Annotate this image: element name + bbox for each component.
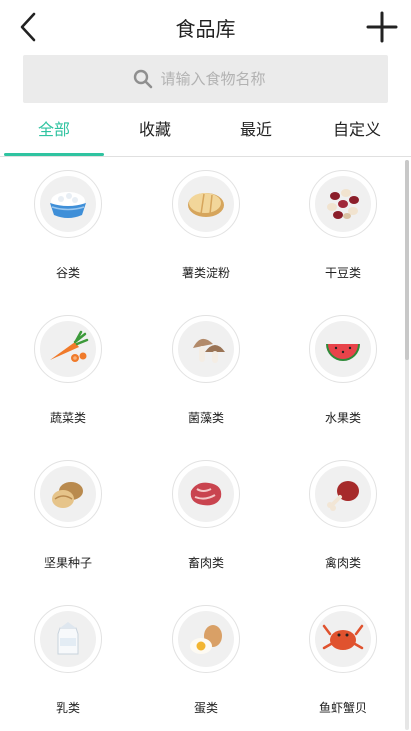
category-tubers-starch[interactable]: 薯类淀粉 <box>146 160 266 300</box>
scrollbar-thumb[interactable] <box>405 160 409 360</box>
carrot-icon <box>50 330 89 362</box>
category-icon-frame <box>172 605 240 673</box>
header: 食品库 <box>0 0 411 56</box>
category-nuts-seeds[interactable]: 坚果种子 <box>8 450 128 590</box>
search-input[interactable] <box>160 70 279 88</box>
category-label: 蛋类 <box>193 701 218 715</box>
milk-carton-icon <box>57 622 79 655</box>
page-title: 食品库 <box>175 17 236 41</box>
category-label: 谷类 <box>55 266 80 280</box>
tab-custom[interactable]: 自定义 <box>306 110 408 154</box>
category-icon-frame <box>34 605 102 673</box>
category-grid: 谷类 薯类淀粉 干豆类 蔬菜类 菌藻类 水果类 坚果种子 畜肉类 禽肉类 乳类 … <box>0 160 411 731</box>
red-meat-icon <box>190 482 222 506</box>
category-icon-frame <box>309 605 377 673</box>
category-icon-frame <box>309 460 377 528</box>
category-label: 菌藻类 <box>187 411 224 425</box>
tab-recent[interactable]: 最近 <box>206 110 306 154</box>
category-vegetables[interactable]: 蔬菜类 <box>8 305 128 445</box>
category-fruits[interactable]: 水果类 <box>283 305 403 445</box>
category-label: 鱼虾蟹贝 <box>318 701 367 715</box>
beans-icon <box>327 189 359 219</box>
category-livestock-meat[interactable]: 畜肉类 <box>146 450 266 590</box>
category-dairy[interactable]: 乳类 <box>8 595 128 731</box>
tab-all[interactable]: 全部 <box>4 110 104 154</box>
grid-scrollbar[interactable] <box>405 160 409 730</box>
category-icon-frame <box>172 170 240 238</box>
category-icon-frame <box>172 315 240 383</box>
seafood-icon <box>322 624 364 650</box>
add-food-button[interactable] <box>365 10 399 44</box>
category-poultry[interactable]: 禽肉类 <box>283 450 403 590</box>
category-icon-frame <box>34 460 102 528</box>
category-icon-frame <box>172 460 240 528</box>
category-eggs[interactable]: 蛋类 <box>146 595 266 731</box>
plus-icon <box>366 11 398 43</box>
category-label: 禽肉类 <box>324 556 361 570</box>
mushroom-icon <box>193 338 225 363</box>
category-icon-frame <box>34 315 102 383</box>
category-label: 乳类 <box>55 701 80 715</box>
category-icon-frame <box>309 315 377 383</box>
drumstick-icon <box>327 481 359 511</box>
tab-favorites[interactable]: 收藏 <box>104 110 206 154</box>
category-label: 坚果种子 <box>43 556 92 570</box>
category-fungi-algae[interactable]: 菌藻类 <box>146 305 266 445</box>
grain-bowl-icon <box>50 192 86 218</box>
potato-icon <box>188 193 224 217</box>
search-icon <box>133 69 152 89</box>
category-label: 畜肉类 <box>187 556 224 570</box>
active-tab-indicator <box>4 153 104 156</box>
category-grains[interactable]: 谷类 <box>8 160 128 300</box>
search-bar[interactable] <box>23 55 388 103</box>
category-seafood[interactable]: 鱼虾蟹贝 <box>283 595 403 731</box>
category-label: 干豆类 <box>324 266 361 280</box>
category-icon-frame <box>309 170 377 238</box>
category-dried-beans[interactable]: 干豆类 <box>283 160 403 300</box>
category-icon-frame <box>34 170 102 238</box>
eggs-icon <box>190 625 222 654</box>
category-label: 蔬菜类 <box>49 411 86 425</box>
tab-bar: 全部 收藏 最近 自定义 <box>0 110 411 157</box>
nuts-icon <box>52 482 83 508</box>
category-label: 薯类淀粉 <box>181 266 230 280</box>
watermelon-icon <box>326 344 360 361</box>
category-label: 水果类 <box>324 411 361 425</box>
